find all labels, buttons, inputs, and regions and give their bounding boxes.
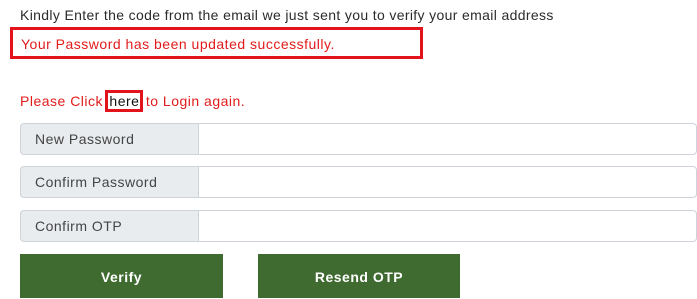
login-here-link[interactable]: here [105, 90, 144, 112]
confirm-otp-group: Confirm OTP [20, 210, 697, 242]
login-prompt-before: Please Click [20, 93, 108, 109]
new-password-group: New Password [20, 123, 697, 155]
confirm-otp-input[interactable] [198, 210, 697, 242]
verify-button[interactable]: Verify [20, 254, 223, 298]
success-message: Your Password has been updated successfu… [21, 36, 335, 52]
new-password-label: New Password [20, 123, 198, 155]
confirm-password-label: Confirm Password [20, 166, 198, 198]
instruction-text: Kindly Enter the code from the email we … [20, 7, 554, 23]
resend-otp-button[interactable]: Resend OTP [258, 254, 460, 298]
new-password-input[interactable] [198, 123, 697, 155]
login-prompt-after: to Login again. [141, 93, 246, 109]
confirm-otp-label: Confirm OTP [20, 210, 198, 242]
login-prompt: Please Click here to Login again. [20, 90, 246, 112]
confirm-password-group: Confirm Password [20, 166, 697, 198]
confirm-password-input[interactable] [198, 166, 697, 198]
